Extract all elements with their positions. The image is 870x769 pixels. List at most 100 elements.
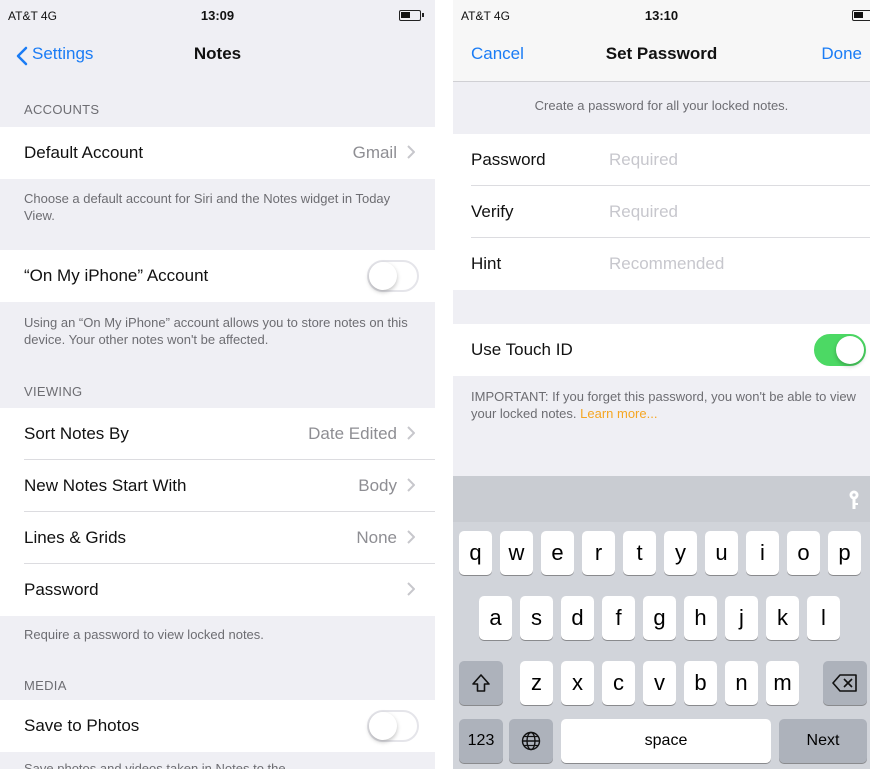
key-x[interactable]: x [561, 661, 594, 705]
delete-key[interactable] [823, 661, 867, 705]
default-account-footer: Choose a default account for Siri and th… [24, 191, 391, 223]
new-notes-start-row[interactable]: New Notes Start With Body [0, 460, 435, 512]
chevron-right-icon [407, 530, 415, 544]
save-to-photos-toggle[interactable] [367, 710, 419, 742]
key-w[interactable]: w [500, 531, 533, 575]
row-value: None [356, 528, 397, 547]
battery-icon [399, 10, 424, 21]
password-row[interactable]: Password [0, 564, 435, 616]
key-d[interactable]: d [561, 596, 594, 640]
password-field-row[interactable]: Password Required [453, 134, 870, 186]
accounts-section-header: ACCOUNTS [24, 102, 100, 117]
set-password-screen: AT&T 4G 13:10 Cancel Set Password Done C… [453, 0, 870, 769]
key-i[interactable]: i [746, 531, 779, 575]
touch-id-toggle[interactable] [814, 334, 866, 366]
key-h[interactable]: h [684, 596, 717, 640]
default-account-label: Default Account [24, 143, 144, 162]
on-my-iphone-label: “On My iPhone” Account [24, 266, 209, 285]
key-r[interactable]: r [582, 531, 615, 575]
password-intro: Create a password for all your locked no… [534, 98, 789, 113]
chevron-right-icon [407, 582, 415, 596]
done-button[interactable]: Done [821, 44, 862, 64]
lines-grids-row[interactable]: Lines & Grids None [0, 512, 435, 564]
chevron-right-icon [407, 426, 415, 440]
key-e[interactable]: e [541, 531, 574, 575]
numbers-key[interactable]: 123 [459, 719, 503, 763]
key-g[interactable]: g [643, 596, 676, 640]
chevron-right-icon [407, 478, 415, 492]
status-bar: AT&T 4G 13:09 [0, 0, 435, 30]
key-s[interactable]: s [520, 596, 553, 640]
row-label: New Notes Start With [24, 476, 187, 495]
sort-notes-row[interactable]: Sort Notes By Date Edited [0, 408, 435, 460]
key-l[interactable]: l [807, 596, 840, 640]
on-my-iphone-row: “On My iPhone” Account [0, 250, 435, 302]
key-c[interactable]: c [602, 661, 635, 705]
key-f[interactable]: f [602, 596, 635, 640]
key-t[interactable]: t [623, 531, 656, 575]
save-to-photos-row: Save to Photos [0, 700, 435, 752]
row-label: Password [24, 580, 99, 599]
chevron-right-icon [407, 145, 415, 159]
hint-field-row[interactable]: Hint Recommended [453, 238, 870, 290]
page-title: Notes [193, 44, 242, 63]
password-label: Password [471, 150, 546, 169]
important-note: IMPORTANT: If you forget this password, … [471, 388, 860, 422]
nav-bar: Cancel Set Password Done [453, 30, 870, 82]
keyboard-toolbar [453, 476, 870, 522]
key-n[interactable]: n [725, 661, 758, 705]
on-my-iphone-footer: Using an “On My iPhone” account allows y… [24, 315, 408, 347]
toggle-knob [369, 262, 397, 290]
key-p[interactable]: p [828, 531, 861, 575]
verify-label: Verify [471, 202, 514, 221]
row-label: Lines & Grids [24, 528, 127, 547]
row-value: Body [358, 476, 397, 495]
on-my-iphone-toggle[interactable] [367, 260, 419, 292]
key-m[interactable]: m [766, 661, 799, 705]
backspace-icon [832, 674, 857, 692]
key-a[interactable]: a [479, 596, 512, 640]
hint-input[interactable]: Recommended [609, 254, 724, 274]
status-time: 13:10 [644, 8, 679, 23]
toggle-knob [369, 712, 397, 740]
default-account-value: Gmail [352, 143, 397, 162]
password-input[interactable]: Required [609, 150, 678, 170]
media-section-header: MEDIA [24, 678, 67, 693]
hint-label: Hint [471, 254, 502, 273]
key-q[interactable]: q [459, 531, 492, 575]
key-k[interactable]: k [766, 596, 799, 640]
key-u[interactable]: u [705, 531, 738, 575]
space-key[interactable]: space [561, 719, 771, 763]
status-bar: AT&T 4G 13:10 [453, 0, 870, 30]
next-key[interactable]: Next [779, 719, 867, 763]
key-b[interactable]: b [684, 661, 717, 705]
key-o[interactable]: o [787, 531, 820, 575]
nav-bar: Settings Notes [0, 30, 435, 82]
notes-settings-screen: AT&T 4G 13:09 Settings Notes ACCOUNTS De… [0, 0, 435, 769]
row-value: Date Edited [308, 424, 397, 443]
important-text: IMPORTANT: If you forget this password, … [471, 389, 856, 421]
globe-icon [521, 731, 541, 751]
key-y[interactable]: y [664, 531, 697, 575]
key-z[interactable]: z [520, 661, 553, 705]
touch-id-row: Use Touch ID [453, 324, 870, 376]
row-label: Sort Notes By [24, 424, 129, 443]
learn-more-link[interactable]: Learn more... [580, 406, 657, 421]
touch-id-label: Use Touch ID [471, 340, 573, 359]
key-icon[interactable] [848, 490, 860, 510]
globe-key[interactable] [509, 719, 553, 763]
save-to-photos-label: Save to Photos [24, 716, 140, 735]
password-footer: Require a password to view locked notes. [24, 627, 264, 642]
key-j[interactable]: j [725, 596, 758, 640]
status-time: 13:09 [200, 8, 235, 23]
verify-input[interactable]: Required [609, 202, 678, 222]
default-account-row[interactable]: Default Account Gmail [0, 127, 435, 179]
battery-icon [852, 10, 870, 21]
shift-icon [472, 674, 490, 692]
page-title: Set Password [605, 44, 718, 63]
key-v[interactable]: v [643, 661, 676, 705]
shift-key[interactable] [459, 661, 503, 705]
verify-field-row[interactable]: Verify Required [453, 186, 870, 238]
save-to-photos-footer: Save photos and videos taken in Notes to… [24, 761, 286, 769]
keyboard: q w e r t y u i o p a s d f g h j k l z … [453, 476, 870, 769]
